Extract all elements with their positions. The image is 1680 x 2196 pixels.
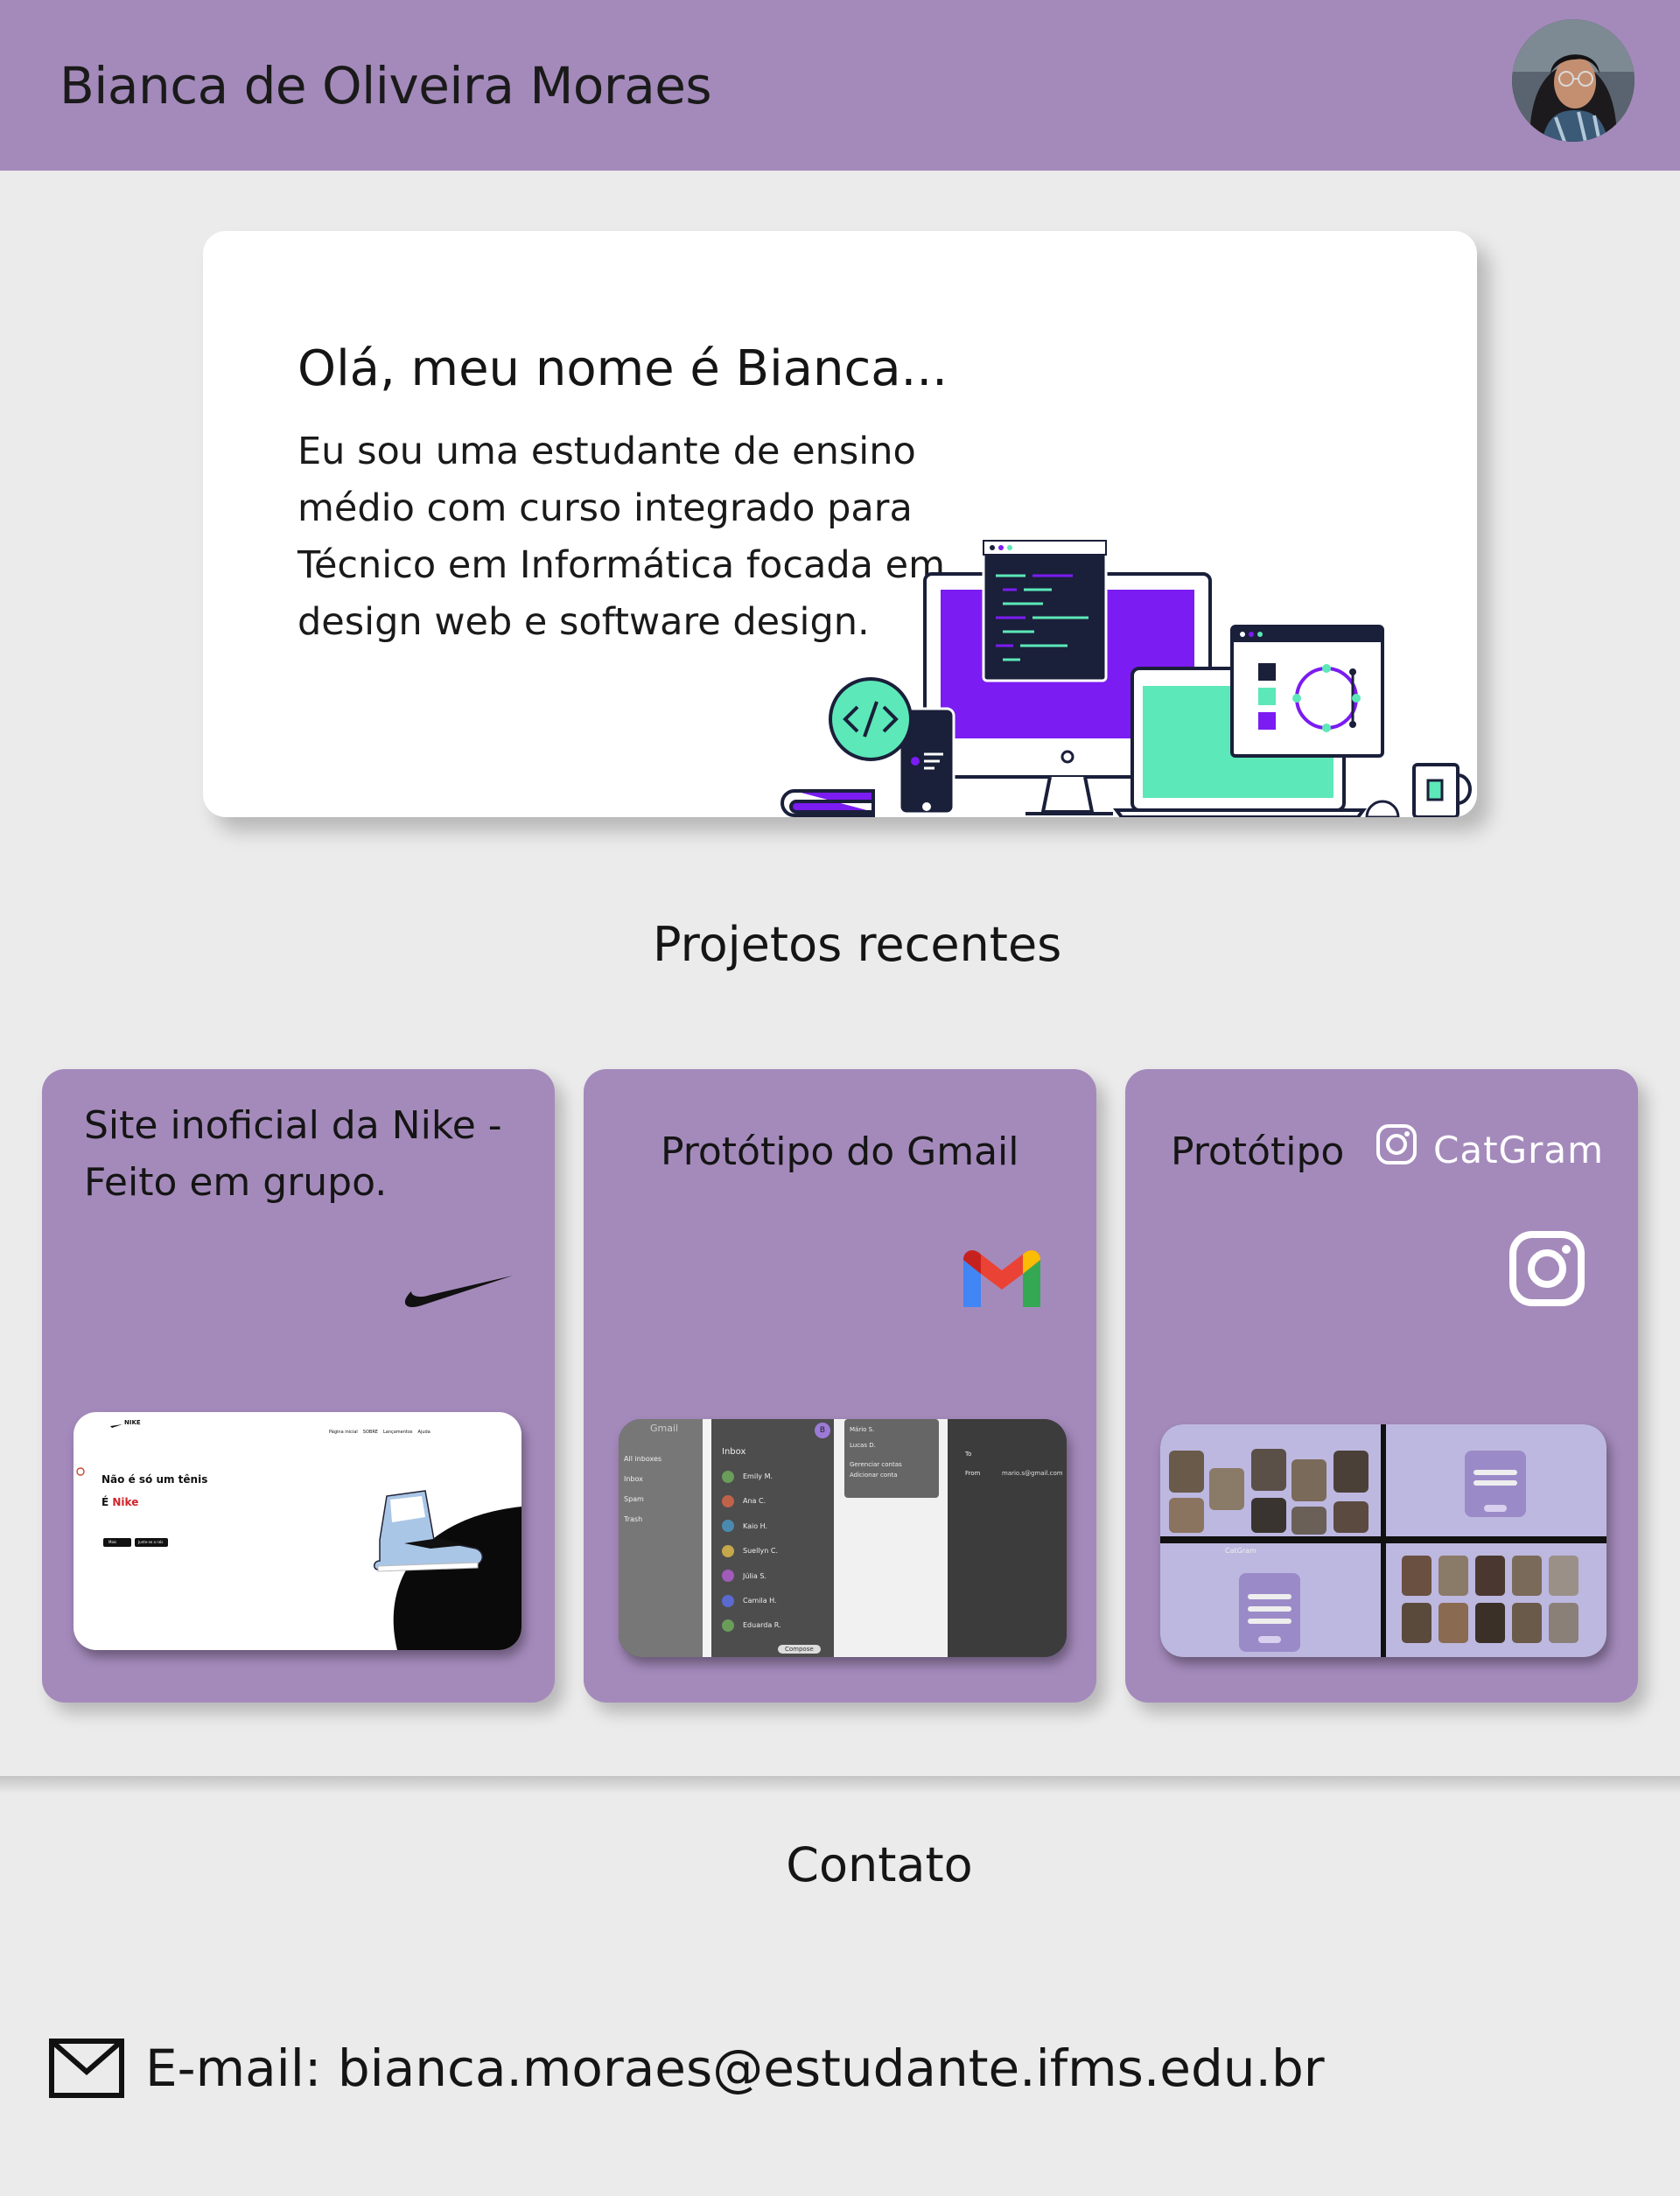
gmail-icon bbox=[963, 1250, 1040, 1307]
nike-preview-nav: Página inicial SOBRE Lançamentos Ajuda bbox=[329, 1430, 430, 1435]
nav-link: Lançamentos bbox=[382, 1430, 413, 1435]
book-icon bbox=[780, 789, 875, 817]
gmail-preview-compose-button: Compose bbox=[778, 1645, 821, 1654]
site-owner-name: Bianca de Oliveira Moraes bbox=[60, 56, 712, 115]
contact-section-title: Contato bbox=[786, 1837, 973, 1892]
nav-link: Ajuda bbox=[417, 1430, 430, 1435]
catgram-prototype-preview[interactable]: CatGram bbox=[1160, 1424, 1606, 1657]
catgram-screens-graphic bbox=[1160, 1424, 1606, 1657]
nike-preview-brand-line: É Nike bbox=[102, 1496, 139, 1508]
catgram-brand-name: CatGram bbox=[1433, 1129, 1604, 1171]
gmail-preview-from-value: mario.s@gmail.com bbox=[1002, 1470, 1063, 1477]
mug-icon bbox=[1412, 763, 1472, 817]
projects-section-title: Projetos recentes bbox=[653, 917, 1062, 972]
nav-link: SOBRE bbox=[362, 1430, 378, 1435]
gmail-preview-message-list: Emily M. Ana C. Kaio H. Suellyn C. Júlia… bbox=[722, 1465, 781, 1639]
gmail-preview-to: To bbox=[965, 1451, 972, 1458]
project-card-nike[interactable]: Site inoficial da Nike - Feito em grupo.… bbox=[42, 1069, 555, 1703]
avatar-photo bbox=[1512, 19, 1634, 142]
gmail-prototype-preview[interactable]: Gmail All inboxes Inbox Spam Trash Inbox… bbox=[619, 1419, 1067, 1657]
nike-preview-button-2: Junte-se a nós bbox=[138, 1540, 164, 1544]
avatar[interactable] bbox=[1512, 19, 1634, 142]
section-divider bbox=[0, 1776, 1680, 1794]
nike-preview-button-1: Mais bbox=[108, 1540, 117, 1544]
project-title: Protótipo do Gmail bbox=[661, 1129, 1019, 1174]
design-window-icon bbox=[1230, 625, 1384, 758]
project-card-catgram[interactable]: Protótipo CatGram CatGram bbox=[1125, 1069, 1638, 1703]
envelope-icon bbox=[49, 2039, 124, 2098]
nike-site-preview[interactable]: NIKE Página inicial SOBRE Lançamentos Aj… bbox=[74, 1412, 522, 1650]
code-window-icon bbox=[982, 539, 1108, 682]
nav-link: Página inicial bbox=[329, 1430, 358, 1435]
project-card-gmail[interactable]: Protótipo do Gmail Gmail All inboxes Inb… bbox=[584, 1069, 1096, 1703]
gmail-preview-app: Gmail bbox=[650, 1423, 679, 1434]
catgram-preview-app: CatGram bbox=[1225, 1547, 1256, 1555]
instagram-icon bbox=[1509, 1231, 1585, 1306]
gmail-preview-account-menu: Mário S. Lucas D. Gerenciar contas Adici… bbox=[850, 1426, 902, 1479]
project-title: Site inoficial da Nike - Feito em grupo. bbox=[84, 1103, 502, 1205]
nike-preview-graphic bbox=[76, 1424, 522, 1650]
gmail-preview-avatar: B bbox=[815, 1423, 830, 1438]
developer-illustration bbox=[780, 539, 1472, 817]
mouse-icon bbox=[1365, 800, 1400, 817]
email-address[interactable]: E-mail: bianca.moraes@estudante.ifms.edu… bbox=[145, 2039, 1325, 2098]
gmail-preview-from: From bbox=[965, 1470, 981, 1477]
gmail-preview-folders: All inboxes Inbox Spam Trash bbox=[624, 1455, 662, 1523]
catgram-logo-icon bbox=[1376, 1124, 1417, 1164]
gmail-preview-inbox-title: Inbox bbox=[722, 1447, 746, 1457]
nike-swoosh-icon bbox=[404, 1276, 513, 1308]
top-header: Bianca de Oliveira Moraes bbox=[0, 0, 1680, 171]
code-badge-icon bbox=[829, 677, 913, 761]
project-title: Protótipo bbox=[1171, 1129, 1345, 1174]
nike-preview-headline: Não é só um tênis bbox=[102, 1473, 208, 1486]
intro-card: Olá, meu nome é Bianca... Eu sou uma est… bbox=[203, 231, 1477, 817]
nike-preview-brand: NIKE bbox=[124, 1419, 141, 1426]
